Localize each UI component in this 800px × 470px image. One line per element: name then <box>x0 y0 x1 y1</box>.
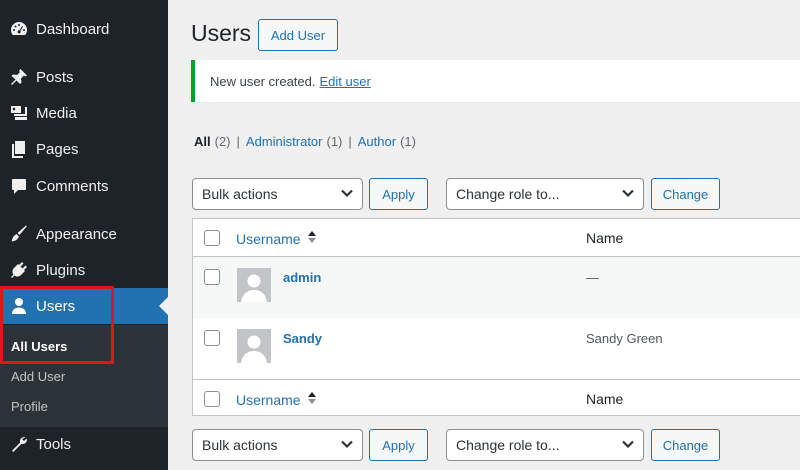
filter-administrator-count: (1) <box>326 134 343 149</box>
sidebar-item-media[interactable]: Media <box>0 95 168 131</box>
user-name-cell: Sandy Green <box>586 331 663 346</box>
column-label: Username <box>236 230 301 247</box>
bulk-actions-select-top[interactable]: Bulk actions <box>192 178 363 210</box>
add-user-button[interactable]: Add User <box>258 19 338 51</box>
name-column-footer: Name <box>586 391 624 407</box>
filter-all[interactable]: All <box>194 134 211 149</box>
edit-user-link[interactable]: Edit user <box>320 74 371 89</box>
bulk-actions-value: Bulk actions <box>202 186 278 202</box>
pin-icon <box>0 67 36 87</box>
filter-separator: | <box>348 134 352 149</box>
tools-icon <box>0 434 36 454</box>
change-button-bottom[interactable]: Change <box>651 429 720 461</box>
avatar <box>237 329 271 363</box>
highlight-annotation <box>0 286 114 364</box>
filter-administrator[interactable]: Administrator <box>246 134 323 149</box>
media-icon <box>0 103 36 123</box>
page-title: Users <box>191 20 252 46</box>
filter-separator: | <box>236 134 240 149</box>
filter-all-count: (2) <box>214 134 231 149</box>
submenu-item-profile[interactable]: Profile <box>11 399 48 414</box>
username-column-footer[interactable]: Username <box>236 391 317 408</box>
sidebar-item-dashboard[interactable]: Dashboard <box>0 11 168 47</box>
apply-button-top[interactable]: Apply <box>369 178 428 210</box>
avatar <box>237 268 271 302</box>
table-header-row: Username Name <box>193 219 800 257</box>
username-column-header[interactable]: Username <box>236 230 317 247</box>
change-role-select-top[interactable]: Change role to... <box>446 178 644 210</box>
filter-author[interactable]: Author <box>358 134 396 149</box>
table-footer-row: Username Name <box>193 379 800 416</box>
select-all-checkbox[interactable] <box>204 230 220 246</box>
row-checkbox[interactable] <box>204 269 220 285</box>
role-filters: All (2) | Administrator (1) | Author (1) <box>194 134 416 149</box>
chevron-down-icon <box>340 437 354 454</box>
sidebar-item-tools[interactable]: Tools <box>0 426 168 462</box>
username-link[interactable]: Sandy <box>283 331 322 346</box>
name-column-header: Name <box>586 230 624 246</box>
change-role-value: Change role to... <box>456 186 560 202</box>
sidebar-item-label: Pages <box>36 140 79 158</box>
table-row: admin — <box>193 257 800 318</box>
filter-author-count: (1) <box>400 134 416 149</box>
main-content: Users Add User New user created. Edit us… <box>168 0 800 470</box>
sidebar-item-label: Comments <box>36 177 109 195</box>
sidebar-item-label: Posts <box>36 68 74 86</box>
sidebar-item-label: Plugins <box>36 261 86 279</box>
select-all-checkbox[interactable] <box>204 391 220 407</box>
sidebar-item-label: Media <box>36 104 77 122</box>
bulk-actions-value: Bulk actions <box>202 437 278 453</box>
sidebar-item-pages[interactable]: Pages <box>0 131 168 167</box>
sort-icon <box>307 230 317 247</box>
apply-button-bottom[interactable]: Apply <box>369 429 428 461</box>
sidebar-item-posts[interactable]: Posts <box>0 59 168 95</box>
username-link[interactable]: admin <box>283 270 321 285</box>
sidebar-item-label: Appearance <box>36 225 117 243</box>
sidebar-item-label: Tools <box>36 435 72 453</box>
user-name-cell: — <box>586 270 599 285</box>
sidebar-item-appearance[interactable]: Appearance <box>0 216 168 252</box>
users-table: Username Name admin — Sandy Sandy Green <box>192 218 800 416</box>
change-button-top[interactable]: Change <box>651 178 720 210</box>
pages-icon <box>0 139 36 159</box>
success-notice: New user created. Edit user <box>191 60 800 102</box>
dashboard-icon <box>0 19 36 39</box>
chevron-down-icon <box>621 437 635 454</box>
chevron-down-icon <box>621 186 635 203</box>
row-checkbox[interactable] <box>204 330 220 346</box>
active-indicator <box>159 297 168 315</box>
admin-sidebar: Dashboard Posts Media Pages Comments App… <box>0 0 168 470</box>
change-role-select-bottom[interactable]: Change role to... <box>446 429 644 461</box>
sidebar-item-label: Dashboard <box>36 20 110 38</box>
table-row: Sandy Sandy Green <box>193 318 800 379</box>
sort-icon <box>307 391 317 408</box>
bulk-actions-select-bottom[interactable]: Bulk actions <box>192 429 363 461</box>
plugins-icon <box>0 260 36 280</box>
sidebar-item-comments[interactable]: Comments <box>0 168 168 204</box>
sidebar-item-plugins[interactable]: Plugins <box>0 252 168 288</box>
chevron-down-icon <box>340 186 354 203</box>
paintbrush-icon <box>0 224 36 244</box>
notice-text: New user created. <box>210 73 316 89</box>
submenu-item-add-user[interactable]: Add User <box>11 369 65 384</box>
column-label: Username <box>236 391 301 408</box>
change-role-value: Change role to... <box>456 437 560 453</box>
comments-icon <box>0 176 36 196</box>
